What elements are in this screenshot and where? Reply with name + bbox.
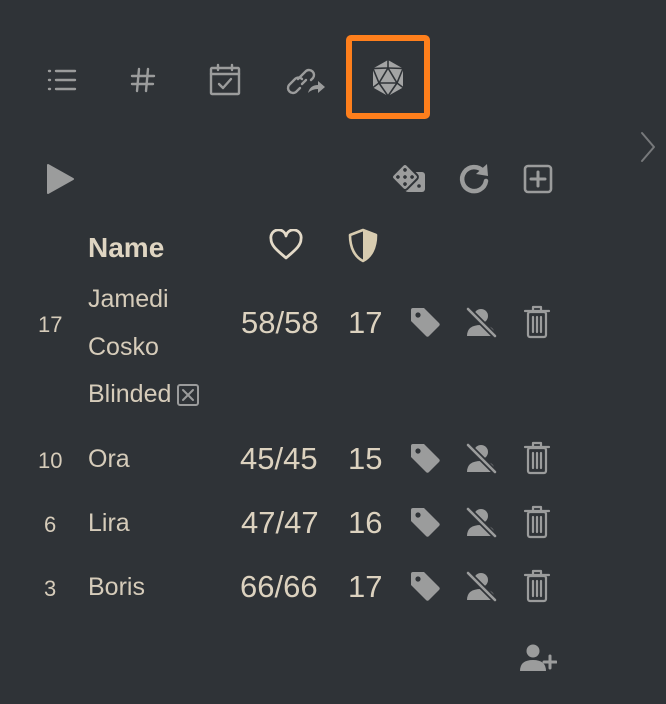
tag-icon — [411, 444, 440, 473]
creature-name[interactable]: Boris — [88, 575, 145, 600]
reset-encounter-button[interactable] — [455, 160, 493, 198]
tab-list[interactable] — [40, 58, 84, 102]
tab-links[interactable] — [284, 58, 328, 102]
add-status-button[interactable] — [407, 304, 443, 340]
status-chip: Blinded — [88, 380, 200, 409]
heart-icon — [269, 228, 303, 260]
delete-creature-button[interactable] — [519, 504, 555, 540]
d20-dice-icon — [372, 60, 404, 97]
roll-initiatives-button[interactable] — [390, 162, 430, 196]
remove-status-button[interactable] — [177, 383, 200, 406]
delete-creature-button[interactable] — [519, 304, 555, 340]
close-icon — [182, 388, 195, 401]
user-disabled-icon — [465, 506, 498, 539]
initiative-value[interactable]: 3 — [44, 578, 56, 600]
tag-icon — [411, 308, 440, 337]
hash-icon — [130, 67, 156, 93]
toggle-enabled-button[interactable] — [463, 440, 499, 476]
tag-icon — [411, 508, 440, 537]
user-disabled-icon — [465, 306, 498, 339]
calendar-check-icon — [209, 63, 241, 96]
play-icon — [47, 164, 74, 194]
link-share-icon — [286, 68, 325, 95]
dice-icon — [391, 163, 425, 192]
ac-value[interactable]: 17 — [348, 307, 382, 338]
list-icon — [47, 69, 77, 91]
user-disabled-icon — [465, 442, 498, 475]
tab-calendar[interactable] — [203, 58, 247, 102]
trash-icon — [523, 441, 551, 475]
initiative-value[interactable]: 10 — [38, 450, 62, 472]
hp-value[interactable]: 47/47 — [241, 507, 319, 538]
add-user-icon — [520, 644, 557, 671]
creature-name[interactable]: Lira — [88, 511, 130, 536]
toggle-enabled-button[interactable] — [463, 304, 499, 340]
add-status-button[interactable] — [407, 440, 443, 476]
creature-name[interactable]: Ora — [88, 447, 130, 472]
shield-icon — [348, 228, 378, 263]
toggle-enabled-button[interactable] — [463, 504, 499, 540]
ac-value[interactable]: 16 — [348, 507, 382, 538]
status-label: Blinded — [88, 380, 172, 408]
creature-name-line[interactable]: Cosko — [88, 335, 159, 360]
hp-value[interactable]: 45/45 — [240, 443, 318, 474]
column-header-ac — [347, 228, 381, 264]
reset-icon — [459, 164, 489, 194]
start-combat-button[interactable] — [40, 160, 80, 198]
initiative-value[interactable]: 6 — [44, 514, 56, 536]
trash-icon — [523, 505, 551, 539]
tag-icon — [411, 572, 440, 601]
creature-name-line[interactable]: Jamedi — [88, 287, 169, 312]
column-header-hp — [268, 228, 304, 263]
toggle-enabled-button[interactable] — [463, 568, 499, 604]
trash-icon — [523, 569, 551, 603]
delete-creature-button[interactable] — [519, 440, 555, 476]
add-status-button[interactable] — [407, 504, 443, 540]
collapse-sidebar-chevron-icon[interactable] — [636, 130, 660, 164]
user-disabled-icon — [465, 570, 498, 603]
initiative-value[interactable]: 17 — [38, 314, 62, 336]
tab-tags[interactable] — [121, 58, 165, 102]
hp-value[interactable]: 58/58 — [241, 307, 319, 338]
column-header-name: Name — [88, 232, 165, 263]
ac-value[interactable]: 15 — [348, 443, 382, 474]
add-status-button[interactable] — [407, 568, 443, 604]
hp-value[interactable]: 66/66 — [240, 571, 318, 602]
add-creature-button[interactable] — [518, 640, 558, 676]
add-square-icon — [523, 164, 553, 194]
add-encounter-button[interactable] — [520, 161, 556, 197]
tab-initiative-tracker[interactable] — [366, 56, 410, 100]
ac-value[interactable]: 17 — [348, 571, 382, 602]
delete-creature-button[interactable] — [519, 568, 555, 604]
trash-icon — [523, 305, 551, 339]
